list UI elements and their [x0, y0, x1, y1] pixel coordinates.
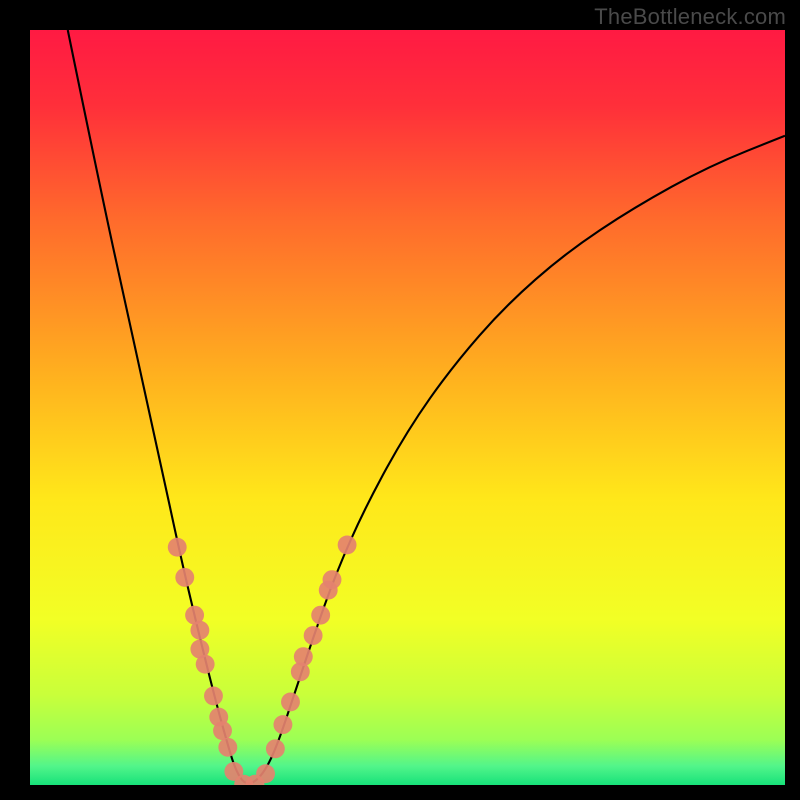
sample-dot — [294, 647, 313, 666]
sample-dot — [266, 739, 285, 758]
plot-area — [30, 30, 785, 785]
sample-dot — [281, 693, 300, 712]
chart-frame: TheBottleneck.com — [0, 0, 800, 800]
sample-dot — [168, 538, 187, 557]
sample-dot — [204, 686, 223, 705]
sample-dot — [256, 764, 275, 783]
bottleneck-curve — [68, 30, 785, 783]
watermark-text: TheBottleneck.com — [594, 4, 786, 30]
sample-dot — [190, 621, 209, 640]
sample-dot — [304, 626, 323, 645]
sample-dot — [218, 738, 237, 757]
sample-dot — [338, 535, 357, 554]
sample-dot — [213, 721, 232, 740]
sample-dot — [196, 655, 215, 674]
sample-dot — [175, 568, 194, 587]
curve-layer — [30, 30, 785, 785]
sample-dot — [323, 570, 342, 589]
sample-dot — [273, 715, 292, 734]
sample-dot — [311, 606, 330, 625]
sample-dots — [168, 535, 357, 785]
